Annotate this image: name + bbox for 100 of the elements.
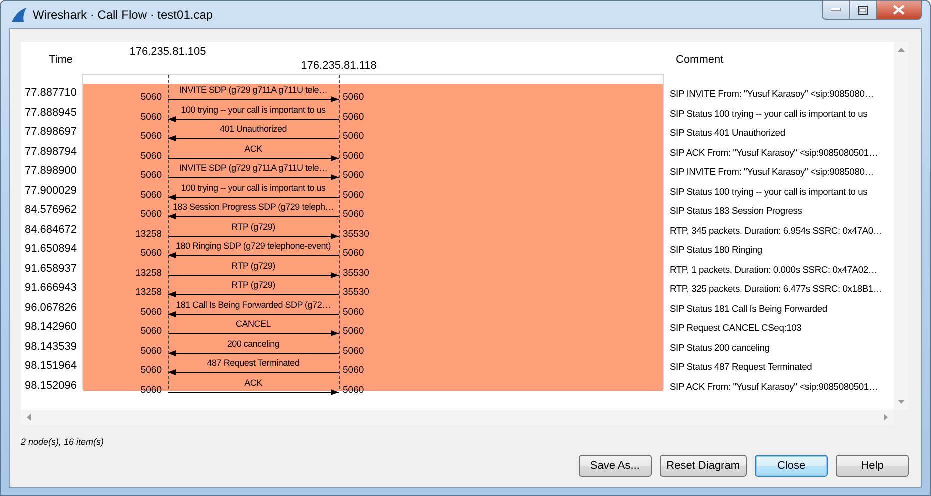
comment-cell: RTP, 345 packets. Duration: 6.954s SSRC: 0x47A0… <box>670 224 883 236</box>
message-label: CANCEL <box>236 319 271 330</box>
time-cell: 98.142960 <box>25 321 77 333</box>
port-label: 35530 <box>343 268 370 278</box>
maximize-button[interactable] <box>850 0 877 20</box>
comment-cell: SIP Status 181 Call Is Being Forwarded <box>670 302 828 314</box>
port-label: 5060 <box>140 326 162 337</box>
port-label: 13258 <box>136 287 162 298</box>
port-label: 5060 <box>343 384 364 396</box>
scroll-right-icon[interactable] <box>884 414 888 421</box>
status-text: 2 node(s), 16 item(s) <box>21 436 106 448</box>
time-cell: 77.887710 <box>25 87 77 99</box>
comment-cell: SIP ACK From: "Yusuf Karasoy" <sip:9085080501… <box>670 380 878 392</box>
message-label: RTP (g729) <box>232 280 276 291</box>
port-label: 5060 <box>343 326 364 337</box>
message-label: ACK <box>244 144 262 154</box>
port-label: 5060 <box>343 92 364 103</box>
comment-cell: SIP Status 100 trying -- your call is important to us <box>670 186 868 196</box>
time-cell: 77.888945 <box>25 106 77 118</box>
port-label: 5060 <box>140 384 162 396</box>
time-cell: 77.898900 <box>25 165 77 177</box>
close-icon <box>893 5 905 15</box>
comment-cell: SIP Status 183 Session Progress <box>670 205 802 216</box>
column-header: Comment <box>676 54 724 66</box>
port-label: 5060 <box>140 131 162 142</box>
time-cell: 91.650894 <box>25 243 77 255</box>
scroll-down-icon[interactable] <box>898 400 905 404</box>
port-label: 5060 <box>343 112 364 122</box>
port-label: 5060 <box>140 248 162 259</box>
port-label: 5060 <box>140 306 162 318</box>
time-cell: 91.666943 <box>25 282 77 294</box>
port-label: 5060 <box>140 92 162 103</box>
node-address: 176.235.81.105 <box>128 45 208 59</box>
dialog-button[interactable]: Save As... <box>578 455 652 477</box>
horizontal-scrollbar[interactable] <box>21 410 894 425</box>
message-label: 183 Session Progress SDP (g729 teleph… <box>173 202 334 213</box>
port-label: 5060 <box>343 131 364 142</box>
time-cell: 98.151964 <box>25 360 77 372</box>
port-label: 13258 <box>136 268 162 278</box>
port-label: 5060 <box>140 190 162 200</box>
window-title: Wireshark · Call Flow · test01.cap <box>33 8 214 22</box>
scroll-left-icon[interactable] <box>27 414 31 421</box>
comment-cell: RTP, 1 packets. Duration: 0.000s SSRC: 0x47A02… <box>670 264 878 274</box>
dialog-button[interactable]: Help <box>836 455 909 477</box>
node-address: 176.235.81.118 <box>300 59 378 73</box>
comment-cell: SIP INVITE From: "Yusuf Karasoy" <sip:9085080… <box>670 166 874 177</box>
message-label: 181 Call Is Being Forwarded SDP (g72… <box>176 300 331 310</box>
comment-cell: SIP Status 487 Request Terminated <box>670 361 812 372</box>
port-label: 5060 <box>343 306 364 318</box>
time-cell: 96.067826 <box>25 302 77 314</box>
message-label: 401 Unauthorized <box>220 124 288 135</box>
minimize-icon <box>831 8 841 12</box>
column-header: Time <box>49 54 74 66</box>
scroll-up-icon[interactable] <box>898 48 905 52</box>
time-cell: 98.152096 <box>25 380 77 392</box>
port-label: 5060 <box>343 346 364 356</box>
port-label: 5060 <box>343 248 364 259</box>
comment-cell: SIP ACK From: "Yusuf Karasoy" <sip:9085080501… <box>670 146 878 158</box>
port-label: 5060 <box>343 190 364 200</box>
message-label: RTP (g729) <box>232 222 276 232</box>
dialog-button[interactable]: Reset Diagram <box>660 455 747 477</box>
comment-cell: SIP Status 200 canceling <box>670 342 770 352</box>
comment-cell: SIP INVITE From: "Yusuf Karasoy" <sip:9085080… <box>670 88 874 99</box>
time-cell: 84.576962 <box>25 204 77 216</box>
port-label: 5060 <box>343 170 364 181</box>
time-cell: 91.658937 <box>25 262 77 274</box>
message-label: RTP (g729) <box>232 260 276 272</box>
message-label: ACK <box>244 378 262 388</box>
port-label: 5060 <box>140 170 162 181</box>
port-label: 5060 <box>343 209 364 220</box>
maximize-icon <box>858 6 868 14</box>
time-cell: 77.900029 <box>25 184 77 196</box>
dialog-button[interactable]: Close <box>755 455 828 477</box>
time-cell: 98.143539 <box>25 340 77 352</box>
comment-cell: SIP Status 401 Unauthorized <box>670 127 786 138</box>
minimize-button[interactable] <box>822 0 850 20</box>
port-label: 5060 <box>140 112 162 122</box>
port-label: 5060 <box>140 209 162 220</box>
port-label: 13258 <box>136 228 162 240</box>
port-label: 5060 <box>140 365 162 376</box>
comment-cell: SIP Request CANCEL CSeq:103 <box>670 322 802 333</box>
vertical-scrollbar[interactable] <box>894 42 909 410</box>
time-cell: 84.684672 <box>25 224 77 236</box>
port-label: 35530 <box>343 228 370 240</box>
message-label: 100 trying -- your call is important to us <box>181 104 326 116</box>
message-label: INVITE SDP (g729 g711A g711U tele… <box>179 85 328 96</box>
port-label: 35530 <box>343 287 370 298</box>
comment-cell: SIP Status 180 Ringing <box>670 244 762 255</box>
time-cell: 77.898794 <box>25 146 77 158</box>
shark-fin-icon <box>11 8 27 22</box>
comment-cell: RTP, 325 packets. Duration: 6.477s SSRC: 0x18B1… <box>670 283 883 294</box>
close-button[interactable] <box>877 0 922 20</box>
port-label: 5060 <box>140 150 162 162</box>
time-cell: 77.898697 <box>25 126 77 138</box>
port-label: 5060 <box>140 346 162 356</box>
port-label: 5060 <box>343 150 364 162</box>
message-label: 180 Ringing SDP (g729 telephone-event) <box>176 241 331 252</box>
port-label: 5060 <box>343 365 364 376</box>
message-label: 487 Request Terminated <box>207 358 300 369</box>
message-label: 200 canceling <box>227 338 280 350</box>
